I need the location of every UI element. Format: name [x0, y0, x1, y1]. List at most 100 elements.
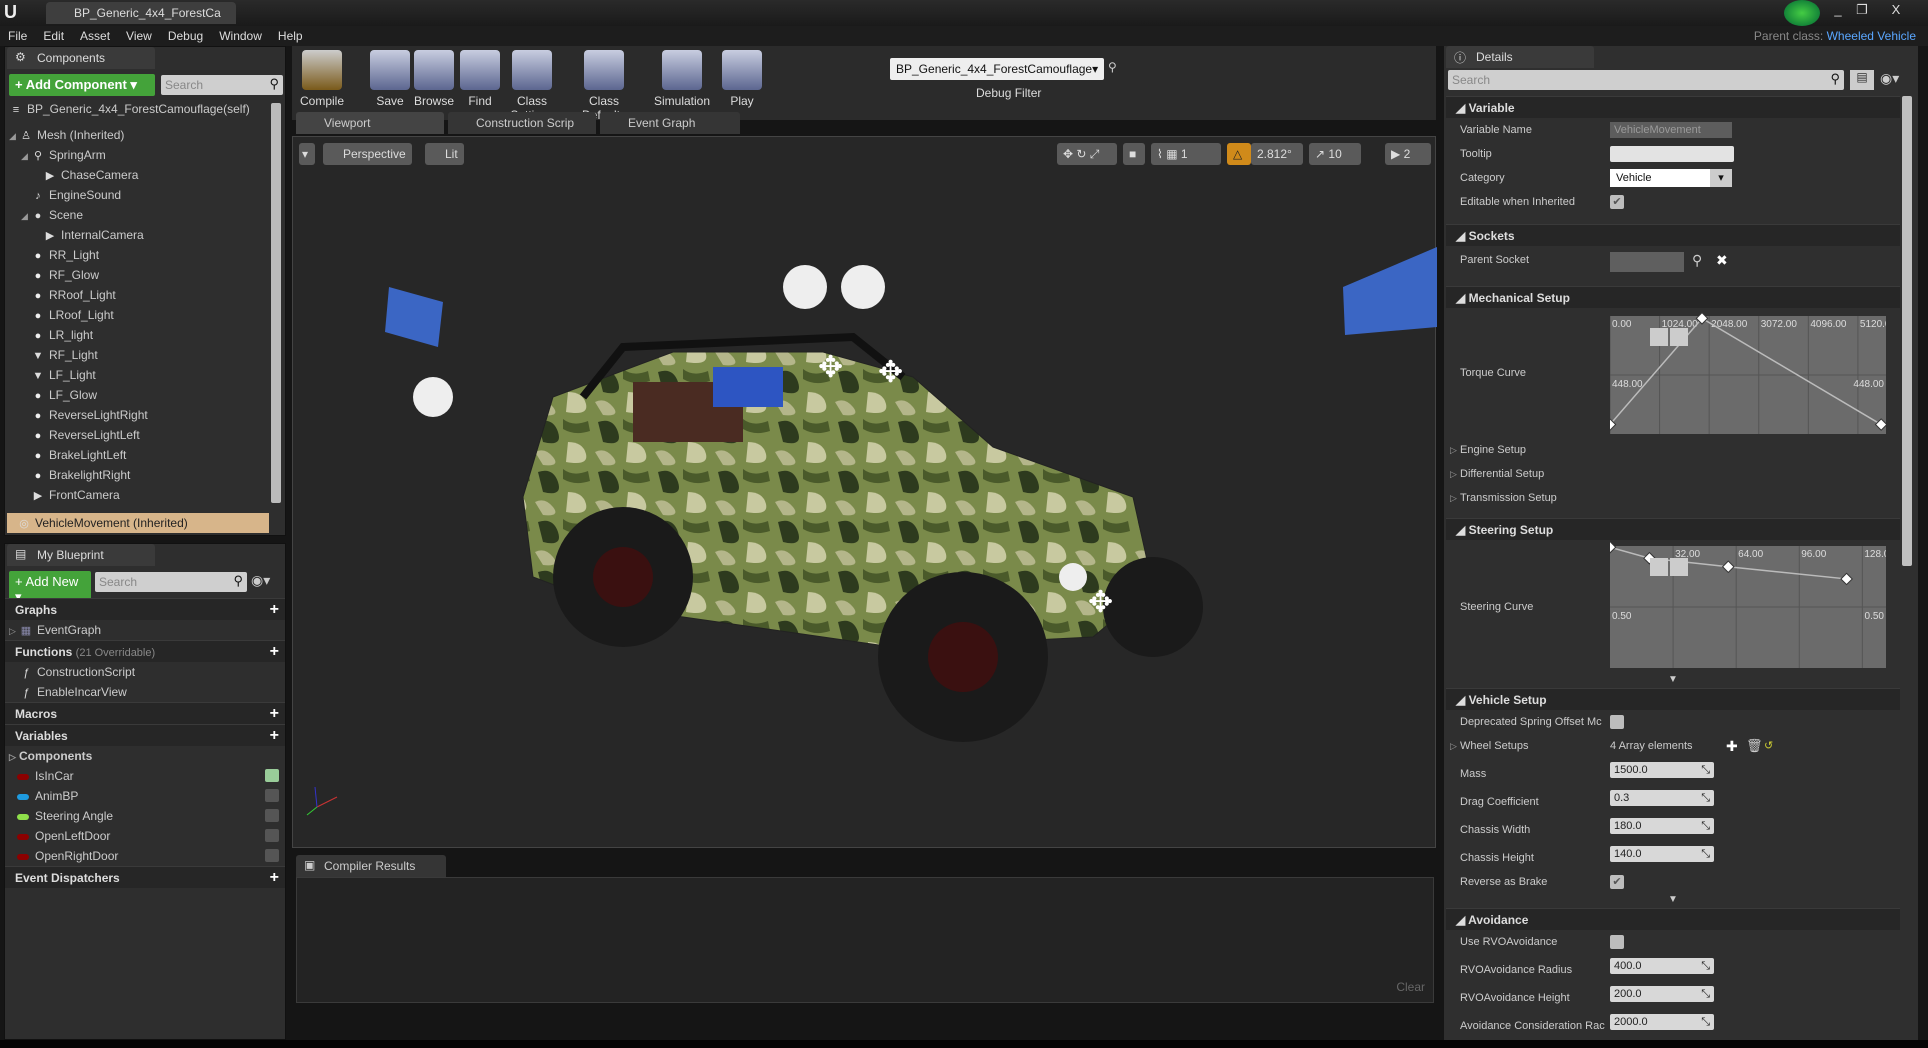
- component-item[interactable]: ▼ LF_Light: [9, 365, 269, 385]
- differential-setup-row[interactable]: ▷ Differential Setup: [1446, 462, 1900, 486]
- deprecated-checkbox[interactable]: [1610, 715, 1624, 729]
- visibility-eye-icon[interactable]: [265, 849, 279, 862]
- blueprint-search[interactable]: Search ⚲: [95, 572, 247, 592]
- component-item[interactable]: ● ReverseLightRight: [9, 405, 269, 425]
- transmission-setup-row[interactable]: ▷ Transmission Setup: [1446, 486, 1900, 510]
- rotation-snap-value[interactable]: 2.812°: [1251, 143, 1303, 165]
- expand-icon[interactable]: ▷: [1450, 734, 1460, 758]
- component-item[interactable]: ◢ ● Scene: [9, 205, 269, 225]
- steering-curve-graph[interactable]: 32.0064.0096.00128.000.500.50: [1610, 542, 1886, 672]
- numeric-input[interactable]: 400.0: [1610, 958, 1714, 974]
- details-scrollbar[interactable]: [1902, 96, 1912, 566]
- compiler-results-tab[interactable]: ▣ Compiler Results: [296, 855, 446, 877]
- component-item[interactable]: ♪ EngineSound: [9, 185, 269, 205]
- compile-button[interactable]: Compile: [296, 50, 348, 108]
- components-tab[interactable]: ⚙ Components: [7, 47, 155, 69]
- component-item[interactable]: ▼ RF_Light: [9, 345, 269, 365]
- vehicle-section[interactable]: ◢ Vehicle Setup: [1446, 688, 1900, 710]
- parent-class-link[interactable]: Wheeled Vehicle: [1827, 29, 1916, 43]
- surface-snap-button[interactable]: ■: [1123, 143, 1145, 165]
- menu-view[interactable]: View: [118, 26, 160, 46]
- add-component-button[interactable]: + Add Component ▾: [9, 74, 155, 96]
- component-item[interactable]: ● LF_Glow: [9, 385, 269, 405]
- debug-search-icon[interactable]: ⚲: [1108, 60, 1117, 74]
- editor-tab-event[interactable]: Event Graph: [600, 112, 740, 134]
- source-control-icon[interactable]: [1784, 0, 1820, 26]
- menu-window[interactable]: Window: [211, 26, 270, 46]
- component-item[interactable]: ▶ ChaseCamera: [9, 165, 269, 185]
- details-search[interactable]: Search ⚲: [1448, 70, 1844, 90]
- component-item[interactable]: ▶ InternalCamera: [9, 225, 269, 245]
- variables-section[interactable]: Variables +: [5, 724, 285, 746]
- lit-button[interactable]: Lit: [425, 143, 464, 165]
- variable-item[interactable]: OpenRightDoor: [5, 846, 285, 866]
- advanced-expand-icon[interactable]: ▼: [1446, 674, 1900, 688]
- component-item[interactable]: ▶ FrontCamera: [9, 485, 269, 505]
- component-vehicle-movement[interactable]: ◎ VehicleMovement (Inherited): [7, 513, 269, 533]
- numeric-input[interactable]: 2000.0: [1610, 1014, 1714, 1030]
- component-item[interactable]: ● BrakeLightLeft: [9, 445, 269, 465]
- reset-icon[interactable]: ↺: [1764, 734, 1773, 758]
- visibility-eye-icon[interactable]: [265, 789, 279, 802]
- component-item[interactable]: ● RRoof_Light: [9, 285, 269, 305]
- menu-help[interactable]: Help: [270, 26, 311, 46]
- numeric-input[interactable]: 200.0: [1610, 986, 1714, 1002]
- clear-button[interactable]: Clear: [1396, 980, 1425, 994]
- add-graph-icon[interactable]: +: [270, 601, 279, 619]
- variable-item[interactable]: AnimBP: [5, 786, 285, 806]
- editor-tab-viewport[interactable]: Viewport: [296, 112, 444, 134]
- sockets-section[interactable]: ◢ Sockets: [1446, 224, 1900, 246]
- numeric-input[interactable]: 1500.0: [1610, 762, 1714, 778]
- browse-socket-icon[interactable]: ⚲: [1692, 250, 1702, 270]
- components-search[interactable]: Search ⚲: [161, 75, 283, 95]
- expand-icon[interactable]: ◢: [21, 206, 31, 226]
- numeric-input[interactable]: 0.3: [1610, 790, 1714, 806]
- components-scrollbar[interactable]: [271, 103, 281, 503]
- minimize-button[interactable]: _: [1828, 2, 1848, 20]
- visibility-eye-icon[interactable]: [265, 809, 279, 822]
- viewport[interactable]: ▾ Perspective Lit ✥ ↻ ⤢ ■ ⌇ ▦ 1 △ 2.812°…: [292, 136, 1437, 848]
- property-matrix-icon[interactable]: ▤: [1850, 70, 1874, 90]
- mechanical-section[interactable]: ◢ Mechanical Setup: [1446, 286, 1900, 308]
- component-item[interactable]: ● ReverseLightLeft: [9, 425, 269, 445]
- menu-debug[interactable]: Debug: [160, 26, 211, 46]
- numeric-input[interactable]: 140.0: [1610, 846, 1714, 862]
- variable-item[interactable]: IsInCar: [5, 766, 285, 786]
- expand-icon[interactable]: ◢: [9, 126, 19, 146]
- details-tab[interactable]: ⓘ Details: [1446, 46, 1594, 68]
- visibility-eye-icon[interactable]: [265, 769, 279, 782]
- event-dispatchers-section[interactable]: Event Dispatchers +: [5, 866, 285, 888]
- function-item[interactable]: ƒ ConstructionScript: [5, 662, 285, 682]
- menu-edit[interactable]: Edit: [35, 26, 72, 46]
- variable-name-input[interactable]: VehicleMovement: [1610, 122, 1732, 138]
- add-dispatcher-icon[interactable]: +: [270, 869, 279, 887]
- clear-socket-icon[interactable]: ✖: [1716, 250, 1728, 270]
- expand-icon[interactable]: ◢: [21, 146, 31, 166]
- variable-item[interactable]: OpenLeftDoor: [5, 826, 285, 846]
- steering-section[interactable]: ◢ Steering Setup: [1446, 518, 1900, 540]
- scale-snap[interactable]: ↗ 10: [1309, 143, 1361, 165]
- transform-tools[interactable]: ✥ ↻ ⤢: [1057, 143, 1117, 165]
- menu-asset[interactable]: Asset: [72, 26, 118, 46]
- engine-setup-row[interactable]: ▷ Engine Setup: [1446, 438, 1900, 462]
- browse-button[interactable]: Browse: [408, 50, 460, 108]
- functions-section[interactable]: Functions (21 Overridable) +: [5, 640, 285, 662]
- editor-tab-construction[interactable]: Construction Scrip: [448, 112, 596, 134]
- visibility-eye-icon[interactable]: ◉▾: [251, 572, 270, 589]
- component-item[interactable]: ● RF_Glow: [9, 265, 269, 285]
- fit-horizontal-button[interactable]: [1650, 328, 1668, 346]
- component-item[interactable]: ● LRoof_Light: [9, 305, 269, 325]
- numeric-input[interactable]: 180.0: [1610, 818, 1714, 834]
- grid-snap-group[interactable]: ⌇ ▦ 1: [1151, 143, 1221, 165]
- fit-vertical-button[interactable]: [1670, 558, 1688, 576]
- variable-section[interactable]: ◢ Variable: [1446, 96, 1900, 118]
- component-item[interactable]: ● LR_light: [9, 325, 269, 345]
- viewport-options-button[interactable]: ▾: [299, 143, 315, 165]
- reverse-brake-checkbox[interactable]: ✔: [1610, 875, 1624, 889]
- my-blueprint-tab[interactable]: ▤ My Blueprint: [7, 544, 155, 566]
- component-item[interactable]: ◢ ⚲ SpringArm: [9, 145, 269, 165]
- fit-horizontal-button[interactable]: [1650, 558, 1668, 576]
- add-macro-icon[interactable]: +: [270, 705, 279, 723]
- component-root[interactable]: ≡ BP_Generic_4x4_ForestCamouflage(self): [9, 99, 269, 119]
- tooltip-input[interactable]: [1610, 146, 1734, 162]
